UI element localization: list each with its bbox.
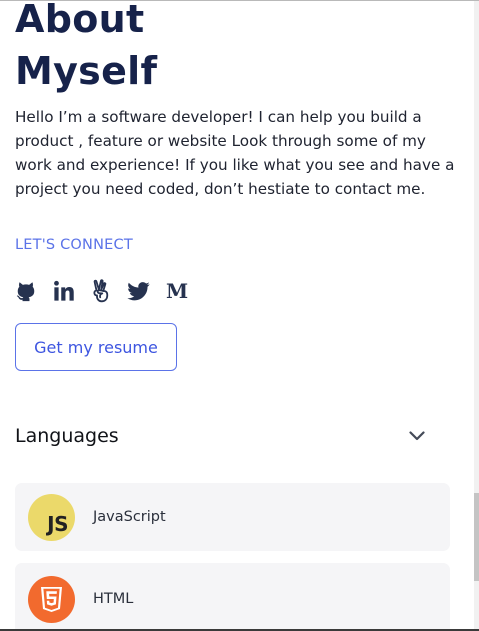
- languages-title: Languages: [15, 425, 119, 447]
- medium-link[interactable]: M: [166, 278, 188, 304]
- github-link[interactable]: [15, 278, 37, 304]
- twitter-link[interactable]: [127, 278, 150, 304]
- linkedin-link[interactable]: [53, 278, 75, 304]
- page-title: About Myself: [15, 0, 315, 97]
- page-title-line-2: Myself: [15, 49, 158, 93]
- page-scrollbar[interactable]: [474, 1, 479, 629]
- about-page: About Myself Hello I’m a software develo…: [0, 0, 479, 631]
- page-title-line-1: About: [15, 0, 145, 41]
- language-name: HTML: [93, 591, 134, 607]
- linkedin-icon: [54, 280, 74, 301]
- angellist-icon: [93, 279, 109, 303]
- bio-text: Hello I’m a software developer! I can he…: [15, 108, 455, 198]
- html5-shield-icon: [41, 586, 62, 612]
- medium-icon: M: [166, 279, 189, 303]
- language-item-html[interactable]: HTML: [15, 563, 450, 629]
- github-icon: [16, 282, 35, 302]
- angellist-link[interactable]: [91, 278, 111, 304]
- twitter-icon: [127, 281, 150, 300]
- languages-accordion-header[interactable]: Languages: [15, 421, 425, 451]
- connect-heading: LET'S CONNECT: [15, 237, 133, 253]
- language-name: JavaScript: [93, 509, 166, 525]
- language-item-javascript[interactable]: JS JavaScript: [15, 483, 450, 551]
- javascript-logo-icon: JS: [28, 493, 75, 541]
- get-resume-button[interactable]: Get my resume: [15, 323, 177, 371]
- javascript-logo-text: JS: [47, 511, 68, 536]
- chevron-down-icon: [409, 431, 425, 441]
- social-links: M: [15, 278, 204, 304]
- scrollbar-thumb[interactable]: [474, 493, 479, 581]
- html5-logo-icon: [28, 575, 75, 623]
